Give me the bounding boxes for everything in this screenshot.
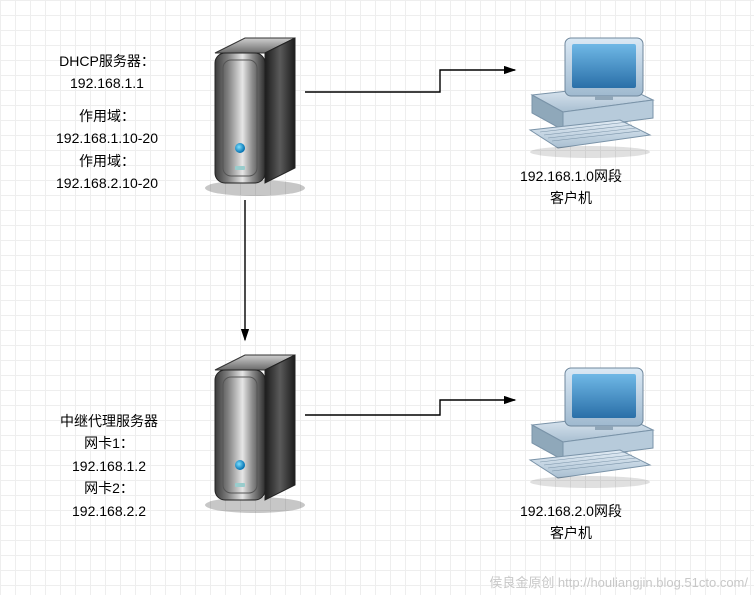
client2-line1: 192.168.2.0网段: [520, 500, 622, 522]
client1-pc-icon: [510, 30, 670, 160]
client2-pc-icon: [510, 360, 670, 490]
dhcp-server-label: DHCP服务器： 192.168.1.1 作用域： 192.168.1.10-2…: [56, 50, 158, 194]
relay-nic2-label: 网卡2：: [60, 477, 158, 499]
dhcp-ip: 192.168.1.1: [56, 72, 158, 94]
watermark: 侯良金原创 http://houliangjin.blog.51cto.com/: [489, 572, 748, 591]
dhcp-scope1-label: 作用域：: [56, 105, 158, 127]
client1-label: 192.168.1.0网段 客户机: [520, 165, 622, 210]
relay-nic2-ip: 192.168.2.2: [60, 500, 158, 522]
dhcp-scope2-range: 192.168.2.10-20: [56, 172, 158, 194]
relay-nic1-label: 网卡1：: [60, 432, 158, 454]
relay-title: 中继代理服务器: [60, 410, 158, 432]
client1-line2: 客户机: [520, 187, 622, 209]
client2-label: 192.168.2.0网段 客户机: [520, 500, 622, 545]
dhcp-server-icon: [195, 18, 315, 198]
relay-nic1-ip: 192.168.1.2: [60, 455, 158, 477]
dhcp-scope1-range: 192.168.1.10-20: [56, 127, 158, 149]
dhcp-title: DHCP服务器：: [56, 50, 158, 72]
client1-line1: 192.168.1.0网段: [520, 165, 622, 187]
dhcp-scope2-label: 作用域：: [56, 150, 158, 172]
client2-line2: 客户机: [520, 522, 622, 544]
relay-server-icon: [195, 335, 315, 515]
relay-server-label: 中继代理服务器 网卡1： 192.168.1.2 网卡2： 192.168.2.…: [60, 410, 158, 522]
